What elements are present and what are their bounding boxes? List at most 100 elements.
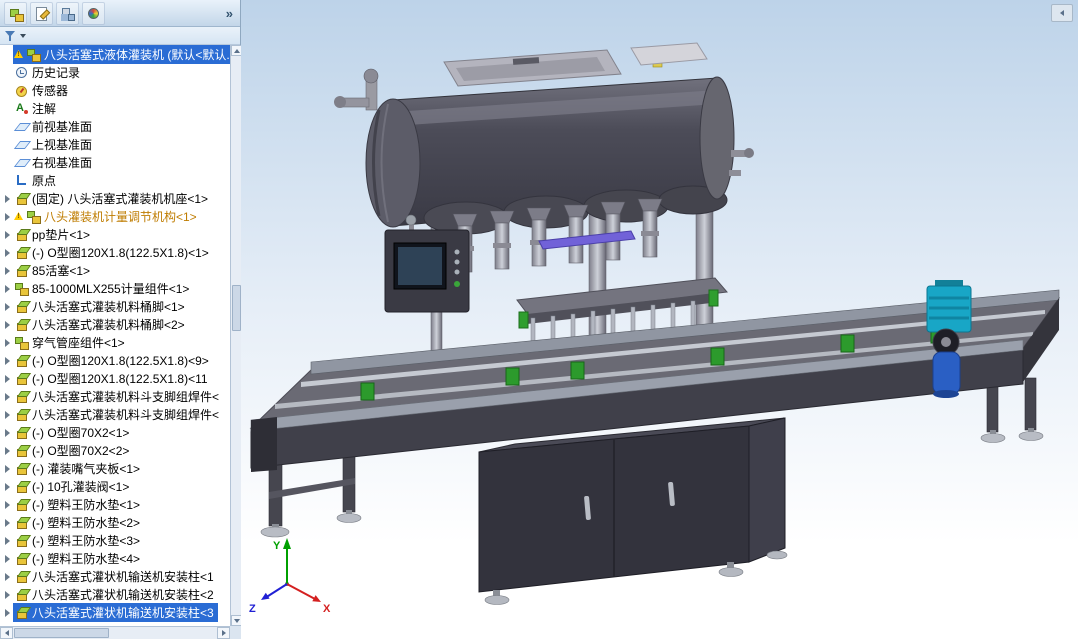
tree-item[interactable]: (-) O型圈120X1.8(122.5X1.8)<11	[0, 369, 230, 387]
tree-item[interactable]: (-) O型圈70X2<2>	[0, 441, 230, 459]
tree-item[interactable]: pp垫片<1>	[0, 225, 230, 243]
tree-item[interactable]: 八头灌装机计量调节机构<1>	[0, 207, 230, 225]
tree-item-label: 85-1000MLX255计量组件<1>	[32, 281, 190, 296]
tree-item[interactable]: (固定) 八头活塞式灌装机机座<1>	[0, 189, 230, 207]
filter-funnel-icon[interactable]	[4, 29, 17, 43]
expand-arrow-icon[interactable]	[3, 374, 12, 383]
expand-arrow-icon[interactable]	[3, 284, 12, 293]
tree-item-label: (-) O型圈70X2<1>	[32, 425, 130, 440]
tree-item[interactable]: 八头活塞式灌装机料斗支脚组焊件<	[0, 387, 230, 405]
tree-item[interactable]: 历史记录	[0, 63, 230, 81]
propertymanager-tab-button[interactable]	[30, 1, 53, 25]
scroll-right-button[interactable]	[217, 627, 230, 639]
part-icon	[14, 245, 29, 260]
tree-item[interactable]: 注解	[0, 99, 230, 117]
expand-arrow-icon[interactable]	[3, 338, 12, 347]
tree-item-label: 八头灌装机计量调节机构<1>	[44, 209, 197, 224]
horizontal-scroll-thumb[interactable]	[14, 628, 109, 638]
propertymanager-icon	[34, 6, 49, 21]
part-icon	[14, 533, 29, 548]
tree-item[interactable]: 上视基准面	[0, 135, 230, 153]
tree-item-label: 八头活塞式灌状机输送机安装柱<1	[32, 569, 214, 584]
tree-item[interactable]: (-) 塑料王防水垫<1>	[0, 495, 230, 513]
expand-arrow-icon[interactable]	[3, 518, 12, 527]
expand-arrow-icon[interactable]	[3, 410, 12, 419]
tree-item[interactable]: 八头活塞式灌状机输送机安装柱<2	[0, 585, 230, 603]
tree-item[interactable]: (-) 塑料王防水垫<2>	[0, 513, 230, 531]
tree-item-label: 穿气管座组件<1>	[32, 335, 125, 350]
tree-item[interactable]: 85-1000MLX255计量组件<1>	[0, 279, 230, 297]
tank-lids[interactable]	[443, 42, 708, 87]
displaymanager-tab-button[interactable]	[82, 1, 105, 25]
vertical-scroll-thumb[interactable]	[232, 285, 241, 331]
part-icon	[14, 263, 29, 278]
configurationmanager-tab-button[interactable]	[56, 1, 79, 25]
tree-item[interactable]: (-) O型圈120X1.8(122.5X1.8)<9>	[0, 351, 230, 369]
toolbar-overflow-button[interactable]: »	[223, 6, 236, 21]
base-cabinet[interactable]	[478, 417, 788, 605]
featuremanager-tab-button[interactable]	[4, 1, 27, 25]
control-panel[interactable]	[384, 214, 470, 313]
tree-item-label: (-) 塑料王防水垫<3>	[32, 533, 141, 548]
expand-arrow-icon[interactable]	[3, 356, 12, 365]
tree-item[interactable]: 八头活塞式灌状机输送机安装柱<3	[0, 602, 230, 622]
tree-item[interactable]: (-) O型圈120X1.8(122.5X1.8)<1>	[0, 243, 230, 261]
tree-item[interactable]: 八头活塞式灌装机料桶脚<2>	[0, 315, 230, 333]
expand-arrow-icon[interactable]	[3, 572, 12, 581]
tree-item[interactable]: 八头活塞式灌装机料桶脚<1>	[0, 297, 230, 315]
part-icon	[14, 371, 29, 386]
expand-arrow-icon[interactable]	[3, 464, 12, 473]
tree-horizontal-scrollbar[interactable]	[0, 626, 230, 639]
task-pane-tab[interactable]	[1051, 4, 1073, 22]
tree-item-label: (-) O型圈120X1.8(122.5X1.8)<9>	[32, 353, 209, 368]
part-icon	[14, 551, 29, 566]
adjuster-bar[interactable]	[538, 230, 636, 250]
asm-icon	[14, 335, 29, 350]
expand-arrow-icon[interactable]	[3, 428, 12, 437]
machine-model[interactable]: Y X Z	[249, 42, 1061, 615]
up-arrow-icon	[233, 48, 240, 53]
tree-item[interactable]: 八头活塞式液体灌装机 (默认<默认...	[0, 45, 230, 64]
expand-arrow-icon[interactable]	[3, 320, 12, 329]
tree-item[interactable]: 八头活塞式灌装机料斗支脚组焊件<	[0, 405, 230, 423]
part-icon	[14, 497, 29, 512]
tree-item[interactable]: (-) 塑料王防水垫<4>	[0, 549, 230, 567]
tree-item[interactable]: 穿气管座组件<1>	[0, 333, 230, 351]
graphics-viewport[interactable]: Y X Z	[241, 0, 1078, 639]
tree-item[interactable]: (-) 塑料王防水垫<3>	[0, 531, 230, 549]
part-icon	[14, 407, 29, 422]
expand-arrow-icon[interactable]	[3, 536, 12, 545]
tree-item[interactable]: 85活塞<1>	[0, 261, 230, 279]
tree-item[interactable]: (-) 灌装嘴气夹板<1>	[0, 459, 230, 477]
expand-arrow-icon[interactable]	[3, 554, 12, 563]
warning-icon	[14, 212, 23, 220]
scroll-left-button[interactable]	[0, 627, 13, 639]
expand-arrow-icon[interactable]	[3, 590, 12, 599]
tree-item[interactable]: 原点	[0, 171, 230, 189]
tree-vertical-scrollbar[interactable]	[230, 45, 242, 626]
expand-arrow-icon[interactable]	[3, 500, 12, 509]
tree-item[interactable]: 前视基准面	[0, 117, 230, 135]
tree-item[interactable]: (-) O型圈70X2<1>	[0, 423, 230, 441]
expand-arrow-icon[interactable]	[3, 194, 12, 203]
asm-icon	[26, 209, 41, 224]
tree-item-label: (-) 塑料王防水垫<4>	[32, 551, 141, 566]
expand-arrow-icon[interactable]	[3, 302, 12, 311]
tree-item[interactable]: (-) 10孔灌装阀<1>	[0, 477, 230, 495]
expand-arrow-icon[interactable]	[3, 482, 12, 491]
tree-item[interactable]: 八头活塞式灌状机输送机安装柱<1	[0, 567, 230, 585]
axis-label-y: Y	[273, 540, 281, 552]
tree-item[interactable]: 右视基准面	[0, 153, 230, 171]
part-icon	[14, 569, 29, 584]
asm-icon	[26, 47, 41, 62]
expand-arrow-icon[interactable]	[3, 212, 12, 221]
expand-arrow-icon[interactable]	[3, 392, 12, 401]
tree-item-label: (-) 塑料王防水垫<1>	[32, 497, 141, 512]
tree-item[interactable]: 传感器	[0, 81, 230, 99]
expand-arrow-icon[interactable]	[3, 608, 12, 617]
filter-dropdown-icon[interactable]	[20, 33, 28, 39]
expand-arrow-icon[interactable]	[3, 446, 12, 455]
expand-arrow-icon[interactable]	[3, 248, 12, 257]
expand-arrow-icon[interactable]	[3, 266, 12, 275]
expand-arrow-icon[interactable]	[3, 230, 12, 239]
